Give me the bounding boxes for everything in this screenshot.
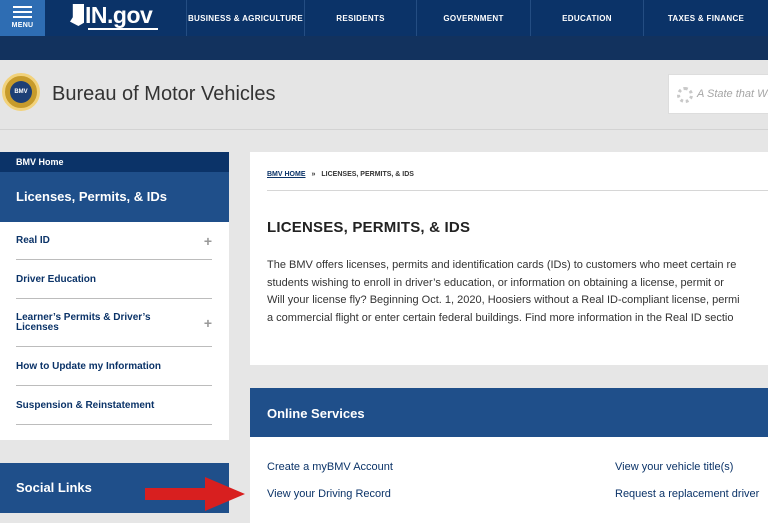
nav-item-education[interactable]: EDUCATION xyxy=(530,0,643,36)
hamburger-icon xyxy=(13,6,32,21)
plus-icon[interactable]: + xyxy=(204,233,212,249)
view-driving-record-link[interactable]: View your Driving Record xyxy=(267,488,391,500)
intro-text-line: students wishing to enroll in driver’s e… xyxy=(267,277,724,289)
request-replacement-link[interactable]: Request a replacement driver xyxy=(615,488,759,500)
sidebar-item-label: Suspension & Reinstatement xyxy=(16,399,155,411)
ingov-logo[interactable]: IN.gov xyxy=(70,2,158,32)
online-services-header: Online Services xyxy=(250,388,768,437)
page-title: LICENSES, PERMITS, & IDS xyxy=(267,219,471,236)
sun-icon xyxy=(677,87,693,103)
view-vehicle-title-link[interactable]: View your vehicle title(s) xyxy=(615,461,733,473)
create-mybmv-account-link[interactable]: Create a myBMV Account xyxy=(267,461,393,473)
online-services-panel: Create a myBMV Account View your vehicle… xyxy=(250,437,768,523)
breadcrumb-current: LICENSES, PERMITS, & IDS xyxy=(321,171,414,178)
sidebar-item-driver-education[interactable]: Driver Education xyxy=(16,261,212,299)
sidebar-item-label: Driver Education xyxy=(16,273,97,285)
breadcrumb-home-link[interactable]: BMV HOME xyxy=(267,171,306,178)
seal-text: BMV xyxy=(10,81,32,103)
bmv-seal-icon[interactable]: BMV xyxy=(2,73,40,111)
logo-text: IN.gov xyxy=(85,2,153,28)
breadcrumb-separator: » xyxy=(311,171,316,178)
sidebar-item-label: Learner’s Permits & Driver’s Licenses xyxy=(16,312,151,333)
top-nav-band xyxy=(0,36,768,60)
real-id-text-line: a commercial flight or enter certain fed… xyxy=(267,312,734,324)
sidebar-section-title[interactable]: Licenses, Permits, & IDs xyxy=(0,172,229,222)
sidebar-item-suspension[interactable]: Suspension & Reinstatement xyxy=(16,387,212,425)
menu-label: MENU xyxy=(11,22,34,29)
sidebar-home-link[interactable]: BMV Home xyxy=(0,152,229,172)
breadcrumb: BMV HOME » LICENSES, PERMITS, & IDS xyxy=(267,171,414,178)
red-arrow-icon xyxy=(145,477,245,511)
sidebar-list: Real ID + Driver Education Learner’s Per… xyxy=(0,222,229,440)
real-id-text-line: Will your license fly? Beginning Oct. 1,… xyxy=(267,294,740,306)
state-tagline[interactable]: A State that Wor xyxy=(668,74,768,114)
nav-item-residents[interactable]: RESIDENTS xyxy=(304,0,416,36)
nav-item-taxes[interactable]: TAXES & FINANCE xyxy=(643,0,768,36)
logo-underline xyxy=(88,28,158,30)
sidebar-item-learners-permits[interactable]: Learner’s Permits & Driver’s Licenses + xyxy=(16,300,212,347)
indiana-state-icon xyxy=(70,4,84,26)
nav-item-government[interactable]: GOVERNMENT xyxy=(416,0,530,36)
nav-item-business[interactable]: BUSINESS & AGRICULTURE xyxy=(186,0,304,36)
plus-icon[interactable]: + xyxy=(204,315,212,331)
intro-text-line: The BMV offers licenses, permits and ide… xyxy=(267,259,737,271)
divider xyxy=(267,190,768,191)
menu-button[interactable]: MENU xyxy=(0,0,45,36)
sidebar-item-update-info[interactable]: How to Update my Information xyxy=(16,348,212,386)
main-content: BMV HOME » LICENSES, PERMITS, & IDS LICENS… xyxy=(250,152,768,365)
agency-title[interactable]: Bureau of Motor Vehicles xyxy=(52,83,275,106)
sidebar-item-label: Real ID xyxy=(16,234,50,246)
sidebar-item-label: How to Update my Information xyxy=(16,360,161,372)
agency-header: BMV Bureau of Motor Vehicles A State tha… xyxy=(0,60,768,130)
tagline-text: A State that Wor xyxy=(697,88,768,100)
sidebar-item-real-id[interactable]: Real ID + xyxy=(16,222,212,260)
